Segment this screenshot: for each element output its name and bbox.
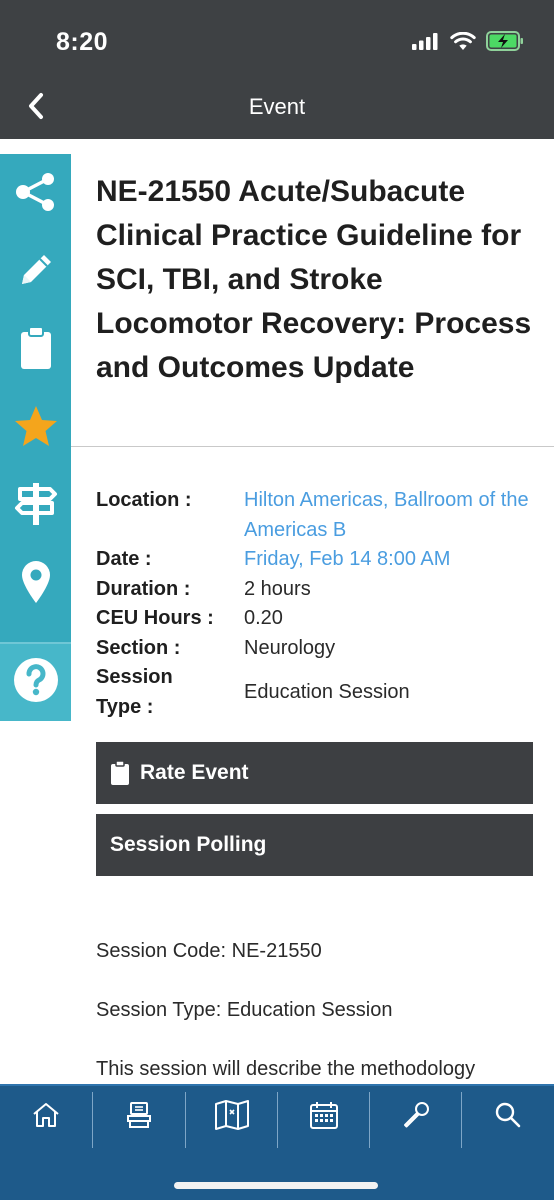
home-indicator bbox=[174, 1182, 378, 1189]
nav-bar: Event bbox=[0, 78, 554, 139]
location-label: Location : bbox=[96, 489, 192, 511]
pencil-icon bbox=[16, 250, 56, 295]
clipboard-icon bbox=[110, 760, 130, 786]
date-label: Date : bbox=[96, 548, 152, 570]
tab-search[interactable] bbox=[462, 1086, 554, 1148]
event-details: Location : Hilton Americas, Ballroom of … bbox=[96, 486, 536, 722]
share-button[interactable] bbox=[0, 156, 71, 232]
cellular-signal-icon bbox=[412, 32, 440, 55]
share-icon bbox=[14, 172, 58, 217]
clipboard-icon bbox=[19, 325, 53, 375]
calendar-icon bbox=[309, 1100, 339, 1135]
location-link[interactable]: Hilton Americas, Ballroom of the America… bbox=[244, 486, 536, 545]
location-button[interactable] bbox=[0, 546, 71, 622]
battery-charging-icon bbox=[486, 31, 524, 56]
status-bar: 8:20 bbox=[0, 0, 554, 78]
side-action-rail bbox=[0, 154, 71, 721]
tab-map[interactable] bbox=[186, 1086, 278, 1148]
session-code-text: Session Code: NE-21550 bbox=[96, 940, 322, 962]
duration-value: 2 hours bbox=[244, 577, 311, 600]
status-time: 8:20 bbox=[56, 28, 109, 56]
session-type-value: Education Session bbox=[244, 680, 410, 703]
exhibitor-booth-icon bbox=[124, 1100, 154, 1135]
session-type-text: Session Type: Education Session bbox=[96, 999, 393, 1021]
map-pin-icon bbox=[20, 559, 52, 610]
signpost-icon bbox=[14, 481, 58, 532]
duration-label: Duration : bbox=[96, 577, 191, 600]
date-link[interactable]: Friday, Feb 14 8:00 AM bbox=[244, 545, 536, 575]
session-polling-label: Session Polling bbox=[110, 833, 267, 856]
ceu-value: 0.20 bbox=[244, 607, 283, 629]
detail-row-session-type: Session Type : Education Session bbox=[96, 663, 536, 722]
home-icon bbox=[31, 1101, 61, 1134]
favorite-button[interactable] bbox=[0, 390, 71, 466]
tab-schedule[interactable] bbox=[278, 1086, 370, 1148]
rate-event-button[interactable]: Rate Event bbox=[96, 742, 533, 804]
microphone-icon bbox=[401, 1100, 431, 1135]
directions-button[interactable] bbox=[0, 468, 71, 544]
notes-button[interactable] bbox=[0, 234, 71, 310]
session-polling-button[interactable]: Session Polling bbox=[96, 814, 533, 876]
section-label: Section : bbox=[96, 636, 181, 659]
divider bbox=[71, 446, 554, 447]
wifi-icon bbox=[450, 31, 476, 56]
tab-home[interactable] bbox=[0, 1086, 92, 1148]
map-icon bbox=[214, 1099, 250, 1136]
session-type-label: Session Type : bbox=[96, 666, 173, 718]
status-icons bbox=[412, 31, 524, 56]
help-icon bbox=[12, 656, 60, 709]
detail-row-ceu: CEU Hours : 0.20 bbox=[96, 604, 536, 634]
help-button[interactable] bbox=[0, 642, 71, 721]
tab-exhibitors[interactable] bbox=[93, 1086, 185, 1148]
clipboard-button[interactable] bbox=[0, 312, 71, 388]
nav-title: Event bbox=[248, 94, 306, 119]
detail-row-duration: Duration : 2 hours bbox=[96, 575, 536, 605]
detail-row-location: Location : Hilton Americas, Ballroom of … bbox=[96, 486, 536, 545]
rate-event-label: Rate Event bbox=[140, 761, 249, 784]
search-icon bbox=[494, 1101, 522, 1134]
event-title: NE-21550 Acute/Subacute Clinical Practic… bbox=[96, 175, 532, 384]
ceu-label: CEU Hours : bbox=[96, 607, 214, 629]
section-value: Neurology bbox=[244, 636, 336, 659]
detail-row-date: Date : Friday, Feb 14 8:00 AM bbox=[96, 545, 536, 575]
star-icon bbox=[13, 404, 59, 453]
tab-speakers[interactable] bbox=[370, 1086, 462, 1148]
detail-row-section: Section : Neurology bbox=[96, 634, 536, 664]
description-text: This session will describe the methodolo… bbox=[96, 1058, 476, 1080]
